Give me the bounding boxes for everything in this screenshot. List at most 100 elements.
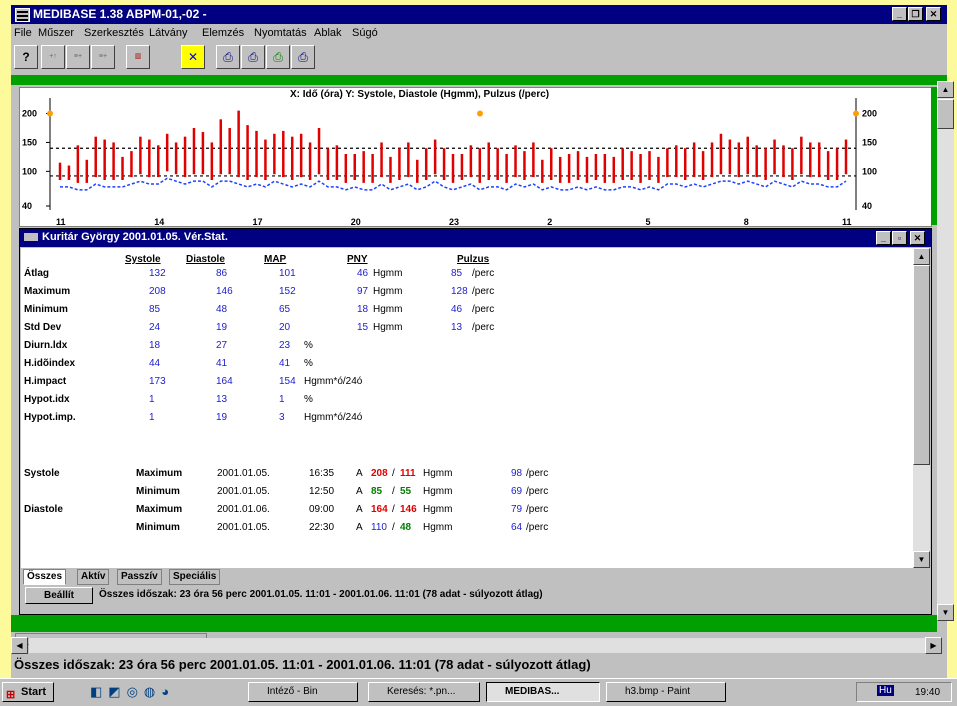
hscroll-left-icon[interactable]: ◀ [11, 637, 28, 654]
stats-minimize-button[interactable]: _ [876, 231, 891, 245]
print-setup-button[interactable]: ⎙ [291, 45, 315, 69]
event-kind: Minimum [136, 486, 180, 497]
print-add-button[interactable]: ⎙ [266, 45, 290, 69]
event-pulse: 79 [511, 504, 523, 515]
task-medibase[interactable]: MEDIBAS... [486, 682, 600, 702]
language-indicator[interactable]: Hu [877, 685, 894, 696]
print-button[interactable]: ⎙ [216, 45, 240, 69]
task-search[interactable]: Keresés: *.pn... [368, 682, 480, 702]
col-header-diastole: Diastole [186, 254, 225, 265]
map-unit: % [304, 394, 313, 405]
system-tray: Hu 19:40 [856, 682, 952, 702]
scroll-up-icon[interactable]: ▲ [937, 81, 954, 98]
main-window: MEDIBASE 1.38 ABPM-01,-02 - _ ❐ ✕ File M… [11, 5, 954, 690]
stats-scroll-up-icon[interactable]: ▲ [913, 248, 930, 265]
tool-button-2[interactable]: ≡+ [66, 45, 90, 69]
system-menu-icon[interactable] [15, 8, 30, 22]
map-unit: % [304, 358, 313, 369]
map-unit: % [304, 340, 313, 351]
stats-vertical-scrollbar[interactable]: ▲ ▼ [913, 248, 930, 568]
exit-button[interactable]: ✕ [181, 45, 205, 69]
event-slash: / [392, 486, 395, 497]
menu-sugo[interactable]: Súgó [352, 27, 378, 39]
help-button[interactable]: ? [14, 45, 38, 69]
event-pulse-unit: /perc [526, 468, 549, 479]
col-header-pny: PNY [347, 254, 368, 265]
menu-szerkesztes[interactable]: Szerkesztés [84, 27, 144, 39]
menu-file[interactable]: File [14, 27, 32, 39]
tool-button-3[interactable]: ≡+ [91, 45, 115, 69]
task-explorer[interactable]: Intéző - Bin [248, 682, 358, 702]
minimize-button[interactable]: _ [892, 7, 907, 21]
x-tick-label: 2 [547, 217, 552, 226]
event-mode: A [356, 504, 363, 515]
main-vertical-scrollbar[interactable]: ▲ ▼ [937, 81, 954, 621]
event-date: 2001.01.05. [217, 468, 270, 479]
chart-pane: X: Idő (óra) Y: Systole, Diastole (Hgmm)… [19, 87, 932, 227]
start-button[interactable]: ⊞ Start [2, 682, 54, 702]
event-time: 12:50 [309, 486, 335, 497]
tab-passziv[interactable]: Passzív [117, 569, 162, 585]
col-header-systole: Systole [125, 254, 161, 265]
y-tick-right: 100 [862, 166, 877, 176]
event-kind: Minimum [136, 522, 180, 533]
event-unit: Hgmm [423, 486, 453, 497]
menu-muszer[interactable]: Műszer [38, 27, 74, 39]
systole-value: 173 [149, 376, 166, 387]
status-bar: Összes időszak: 23 óra 56 perc 2001.01.0… [11, 655, 947, 673]
pny-value: 18 [357, 304, 369, 315]
quick-launch-icons[interactable]: ◧◩◎◍◕ [90, 684, 175, 700]
stats-maximize-button[interactable]: ▫ [892, 231, 907, 245]
stats-scroll-thumb[interactable] [913, 265, 930, 465]
event-unit: Hgmm [423, 504, 453, 515]
event-slash: / [392, 504, 395, 515]
maximize-button[interactable]: ❐ [908, 7, 923, 21]
menu-elemzes[interactable]: Elemzés [202, 27, 244, 39]
row-label: Std Dev [24, 322, 62, 333]
horizontal-scroll-area: ◀ ▶ [11, 633, 947, 654]
tab-osszes[interactable]: Összes [23, 569, 67, 585]
row-label: Maximum [24, 286, 71, 297]
pulzus-value: 128 [451, 286, 468, 297]
setup-button[interactable]: Beállít [25, 587, 93, 604]
event-kind: Maximum [136, 468, 183, 479]
task-paint[interactable]: h3.bmp - Paint [606, 682, 726, 702]
event-pulse-unit: /perc [526, 522, 549, 533]
pny-unit: Hgmm [373, 286, 403, 297]
hscroll-right-icon[interactable]: ▶ [925, 637, 942, 654]
tool-button-1[interactable]: +↑ [41, 45, 65, 69]
diastole-value: 13 [216, 394, 228, 405]
tab-aktiv[interactable]: Aktív [77, 569, 110, 585]
event-date: 2001.01.05. [217, 486, 270, 497]
menu-latvany[interactable]: Látvány [149, 27, 188, 39]
event-systole: 110 [371, 522, 387, 533]
diastole-value: 146 [216, 286, 233, 297]
event-group: Diastole [24, 504, 63, 515]
horizontal-scrollbar[interactable] [29, 638, 925, 653]
close-button[interactable]: ✕ [926, 7, 941, 21]
event-time: 16:35 [309, 468, 335, 479]
systole-value: 44 [149, 358, 161, 369]
y-tick-left: 40 [22, 201, 32, 211]
menu-nyomtatas[interactable]: Nyomtatás [254, 27, 307, 39]
scroll-down-icon[interactable]: ▼ [937, 604, 954, 621]
print-preview-button[interactable]: ⎙ [241, 45, 265, 69]
event-mode: A [356, 522, 363, 533]
stats-scroll-down-icon[interactable]: ▼ [913, 551, 930, 568]
marker-dot [477, 110, 483, 117]
stats-close-button[interactable]: ✕ [910, 231, 925, 245]
pulzus-value: 13 [451, 322, 463, 333]
x-tick-label: 5 [646, 217, 651, 226]
systole-value: 208 [149, 286, 166, 297]
start-label: Start [21, 686, 47, 698]
row-label: Minimum [24, 304, 68, 315]
x-tick-label: 11 [56, 217, 66, 226]
tab-specialis[interactable]: Speciális [169, 569, 221, 585]
row-label: H.idõindex [24, 358, 76, 369]
x-tick-label: 14 [154, 217, 164, 226]
event-systole: 85 [371, 486, 383, 497]
chart-tool-button[interactable]: ▥ [126, 45, 150, 69]
stats-window: Kuritár György 2001.01.05. Vér.Stat. _ ▫… [19, 228, 932, 615]
menu-ablak[interactable]: Ablak [314, 27, 342, 39]
scroll-thumb[interactable] [937, 99, 954, 129]
